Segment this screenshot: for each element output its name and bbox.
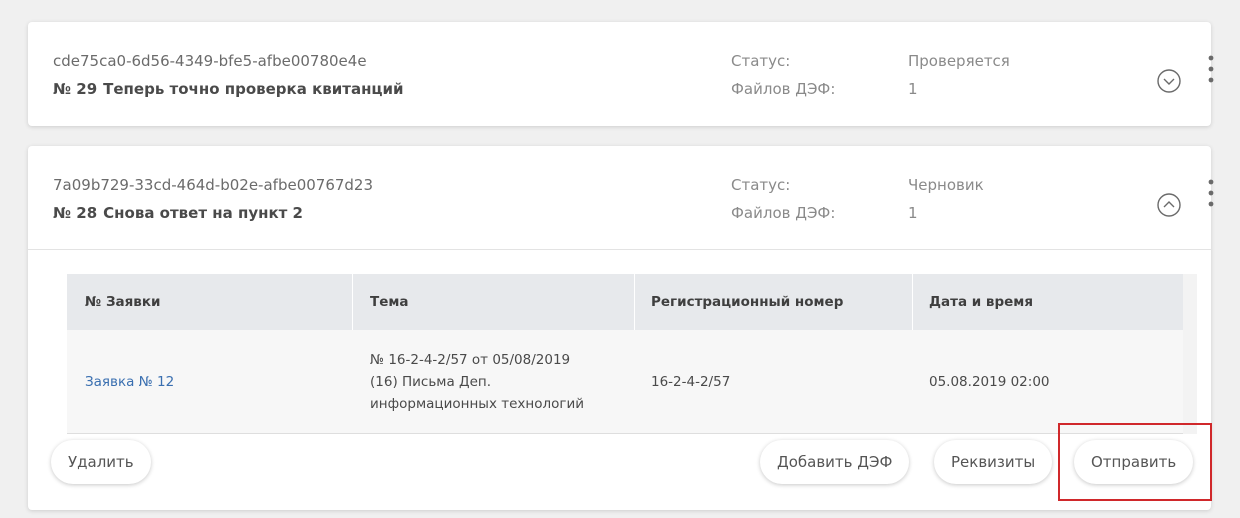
card-header[interactable]: cde75ca0-6d56-4349-bfe5-afbe00780e4e № 2… [28, 22, 1214, 126]
column-separator [912, 274, 913, 330]
table-row[interactable]: Заявка № 12 № 16-2-4-2/57 от 05/08/2019 … [67, 330, 1196, 434]
document-guid: 7a09b729-33cd-464d-b02e-afbe00767d23 [53, 176, 374, 194]
requests-table: № Заявки Тема Регистрационный номер Дата… [67, 274, 1196, 434]
column-header-reg-number[interactable]: Регистрационный номер [651, 294, 843, 310]
header-divider [28, 249, 1211, 250]
column-separator [352, 274, 353, 330]
send-button[interactable]: Отправить [1074, 440, 1194, 484]
files-count: 1 [908, 80, 918, 98]
column-separator [634, 274, 635, 330]
document-number: № 28 [53, 204, 98, 222]
files-label: Файлов ДЭФ: [731, 204, 836, 222]
table-header: № Заявки Тема Регистрационный номер Дата… [67, 274, 1196, 330]
status-value: Черновик [908, 176, 984, 194]
document-title: № 29 Теперь точно проверка квитанций [53, 80, 404, 98]
delete-button[interactable]: Удалить [51, 440, 151, 484]
request-link[interactable]: Заявка № 12 [85, 371, 174, 393]
status-label: Статус: [731, 176, 791, 194]
card-header[interactable]: 7a09b729-33cd-464d-b02e-afbe00767d23 № 2… [28, 146, 1214, 250]
kebab-menu-icon[interactable] [1203, 54, 1219, 84]
datetime-cell: 05.08.2019 02:00 [929, 374, 1050, 390]
status-label: Статус: [731, 52, 791, 70]
topic-line: (16) Письма Деп. [370, 374, 492, 390]
add-def-button[interactable]: Добавить ДЭФ [760, 440, 910, 484]
document-card: cde75ca0-6d56-4349-bfe5-afbe00780e4e № 2… [28, 22, 1214, 126]
column-header-topic[interactable]: Тема [370, 294, 409, 310]
topic-cell: № 16-2-4-2/57 от 05/08/2019 (16) Письма … [370, 349, 584, 415]
topic-line: информационных технологий [370, 396, 585, 412]
chevron-down-circle-icon[interactable] [1157, 69, 1181, 93]
document-title: № 28 Снова ответ на пункт 2 [53, 204, 303, 222]
files-label: Файлов ДЭФ: [731, 80, 836, 98]
reg-number-cell: 16-2-4-2/57 [651, 374, 731, 390]
kebab-menu-icon[interactable] [1203, 178, 1219, 208]
chevron-up-circle-icon[interactable] [1157, 193, 1181, 217]
document-card: 7a09b729-33cd-464d-b02e-afbe00767d23 № 2… [28, 146, 1214, 510]
document-title-text: Теперь точно проверка квитанций [103, 80, 404, 98]
column-header-request[interactable]: № Заявки [85, 294, 160, 310]
document-guid: cde75ca0-6d56-4349-bfe5-afbe00780e4e [53, 52, 367, 70]
files-count: 1 [908, 204, 918, 222]
document-number: № 29 [53, 80, 98, 98]
document-title-text: Снова ответ на пункт 2 [103, 204, 303, 222]
topic-line: № 16-2-4-2/57 от 05/08/2019 [370, 352, 571, 368]
table-scrollbar[interactable] [1183, 274, 1197, 434]
column-header-datetime[interactable]: Дата и время [929, 294, 1033, 310]
requisites-button[interactable]: Реквизиты [934, 440, 1053, 484]
status-value: Проверяется [908, 52, 1010, 70]
